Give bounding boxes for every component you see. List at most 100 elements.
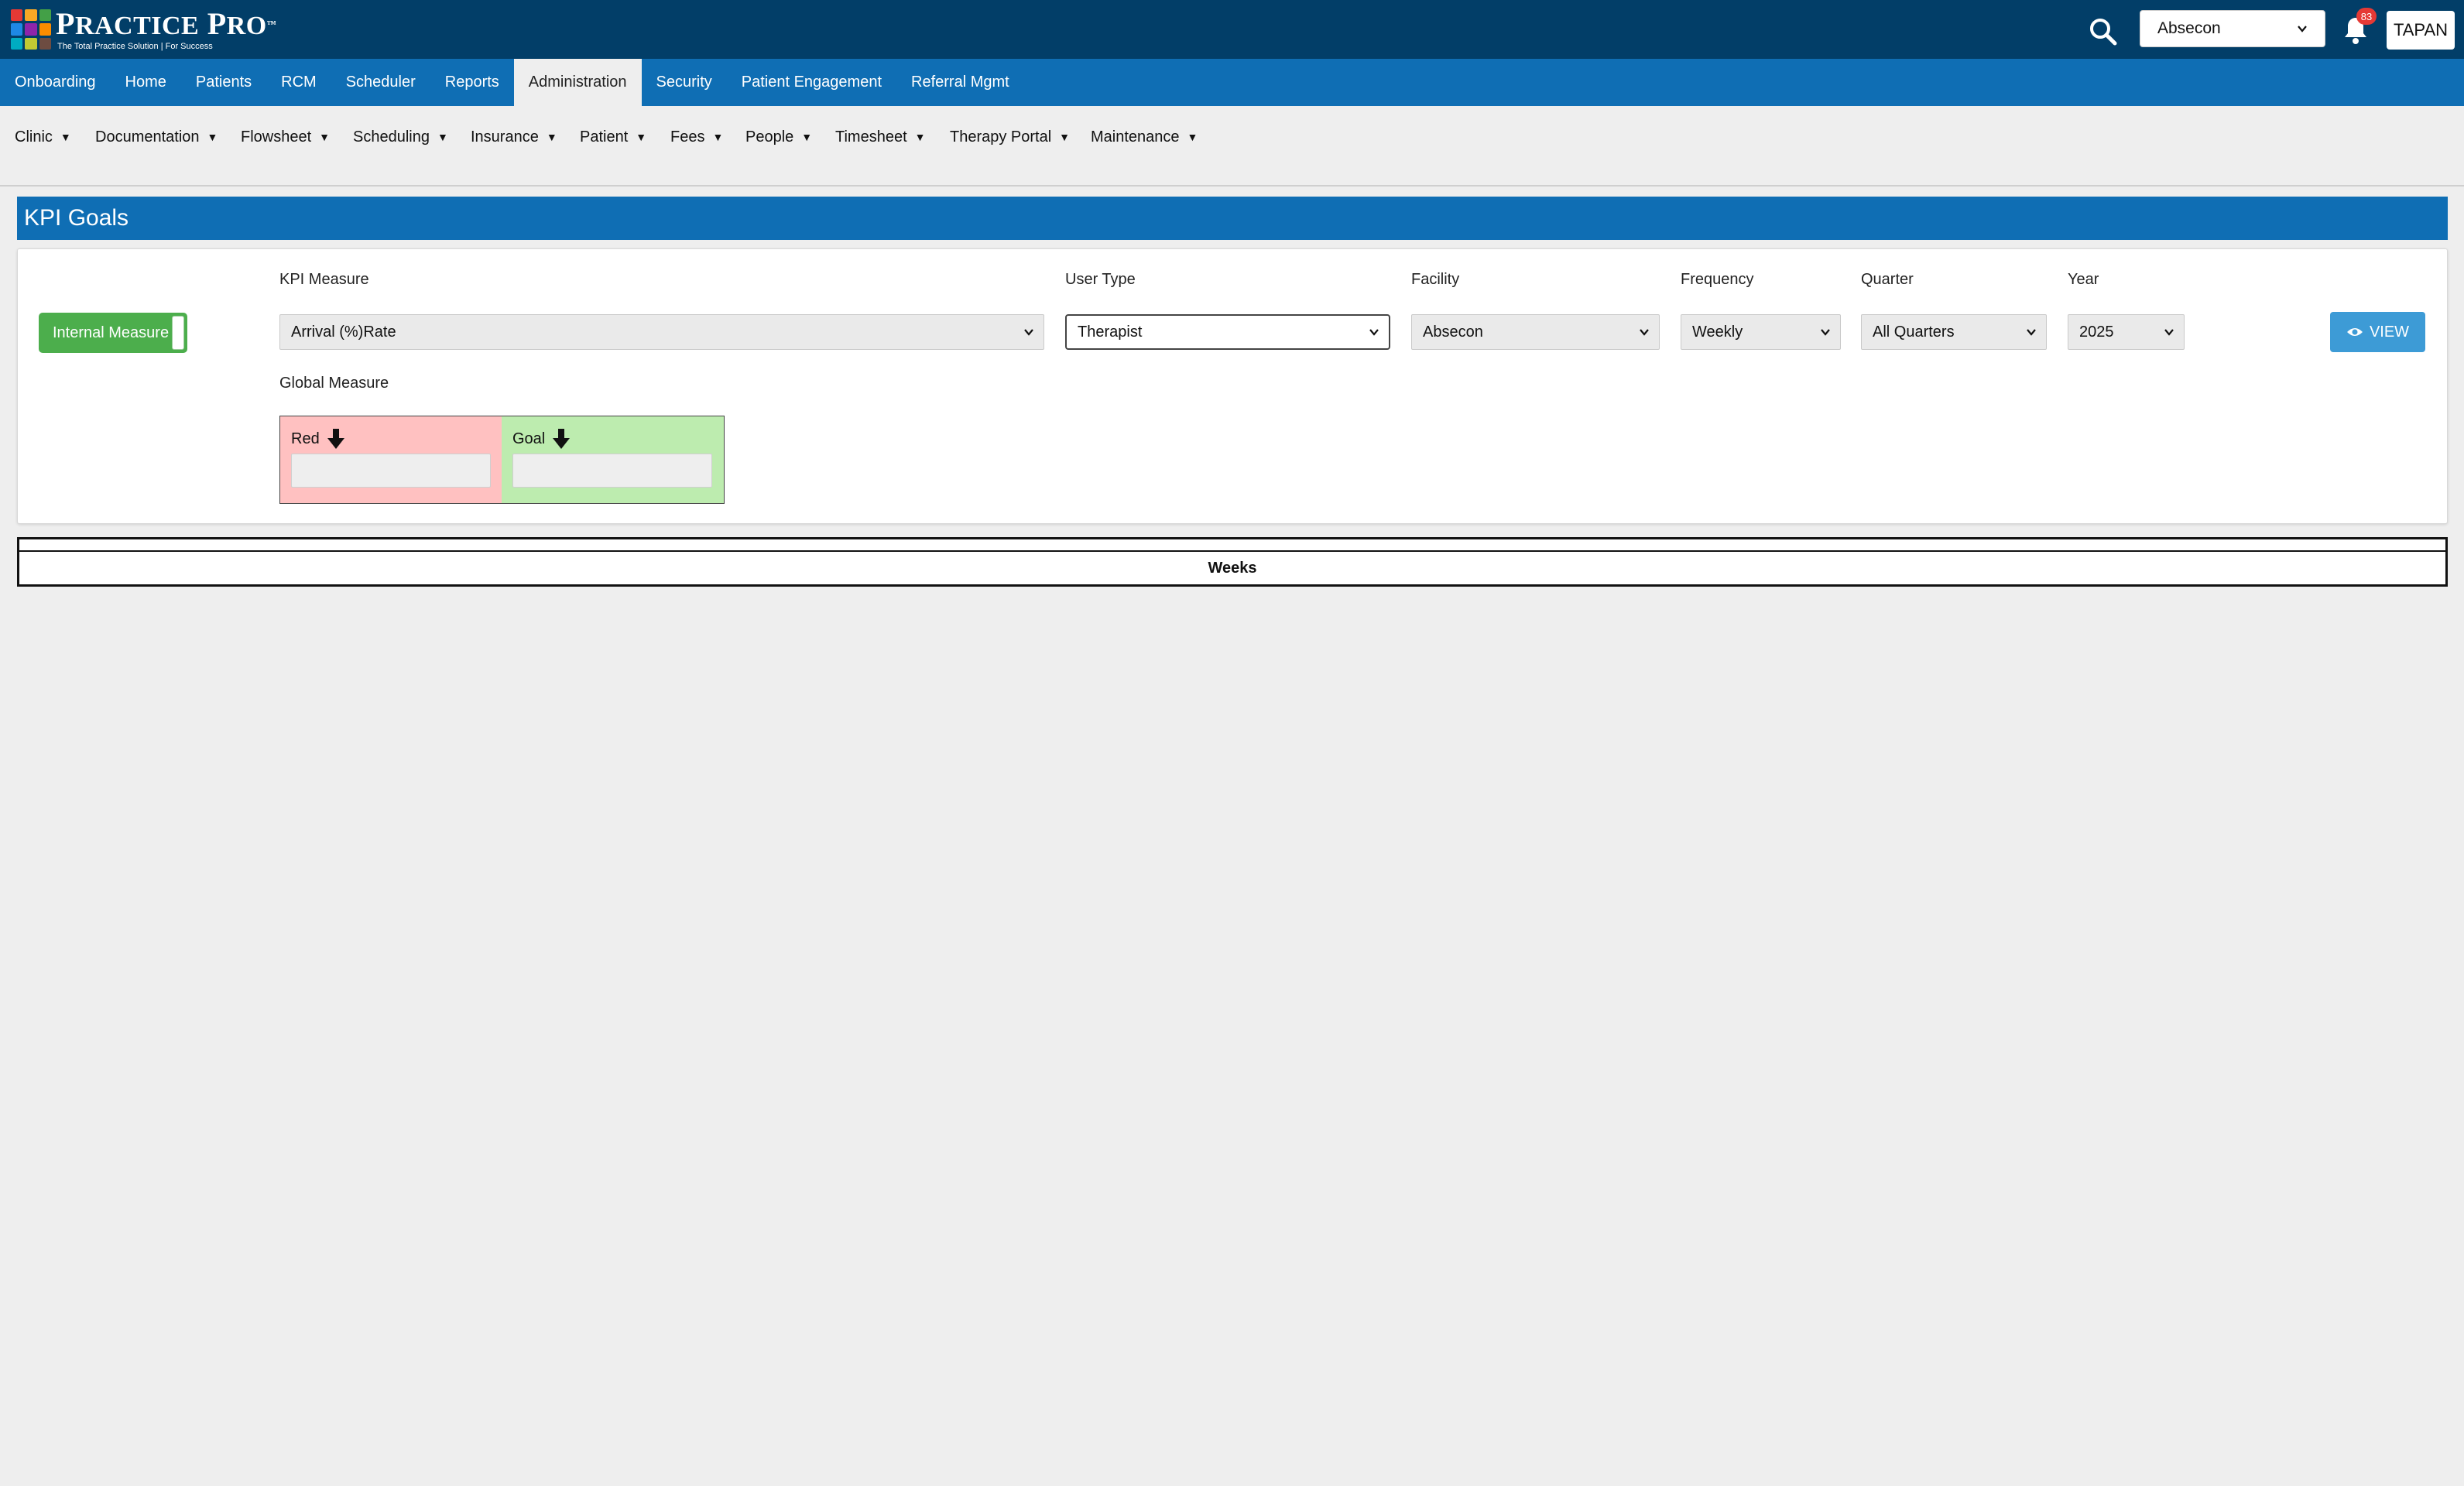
notification-count-badge: 83 — [2356, 8, 2377, 25]
quarter-label: Quarter — [1861, 271, 1914, 288]
dropdown-caret-icon: ▼ — [1059, 131, 1071, 143]
goal-threshold-label: Goal — [512, 427, 571, 450]
subnav-fees[interactable]: Fees ▼ — [670, 122, 723, 152]
kpi-measure-label: KPI Measure — [279, 271, 369, 288]
practice-pro-logo[interactable]: PRACTICE PRO™ The Total Practice Solutio… — [11, 5, 277, 51]
frequency-label: Frequency — [1681, 271, 1754, 288]
subnav-people[interactable]: People ▼ — [745, 122, 812, 152]
global-measure-box: Red Goal — [279, 416, 725, 504]
subnav-patient[interactable]: Patient ▼ — [580, 122, 646, 152]
chevron-down-icon — [2164, 329, 2174, 336]
subnav-label: Therapy Portal — [950, 128, 1052, 146]
subnav-scheduling[interactable]: Scheduling ▼ — [353, 122, 448, 152]
arrow-down-icon — [327, 429, 344, 449]
chevron-down-icon — [1024, 329, 1033, 336]
facility-switcher-select[interactable]: Absecon — [2140, 10, 2325, 47]
logo-square — [39, 9, 51, 22]
facility-value: Absecon — [1423, 323, 1483, 341]
chevron-down-icon — [2298, 26, 2307, 33]
nav-administration[interactable]: Administration — [513, 59, 642, 106]
user-type-select[interactable]: Therapist — [1065, 314, 1390, 350]
logo-square — [25, 37, 37, 50]
main-nav: Onboarding Home Patients RCM Scheduler R… — [0, 59, 2464, 106]
subnav-therapy-portal[interactable]: Therapy Portal ▼ — [950, 122, 1070, 152]
nav-reports[interactable]: Reports — [430, 59, 514, 106]
logo-square — [25, 9, 37, 22]
eye-icon — [2346, 328, 2363, 336]
facility-switcher-value: Absecon — [2157, 19, 2221, 37]
goal-label-text: Goal — [512, 430, 546, 447]
view-button-label: VIEW — [2369, 323, 2410, 341]
logo-square — [25, 23, 37, 36]
year-value: 2025 — [2079, 323, 2114, 341]
kpi-measure-value: Arrival (%)Rate — [291, 323, 396, 341]
subnav-label: Clinic — [15, 128, 53, 146]
dropdown-caret-icon: ▼ — [207, 131, 218, 143]
subnav-insurance[interactable]: Insurance ▼ — [471, 122, 557, 152]
nav-rcm[interactable]: RCM — [266, 59, 331, 106]
weeks-column-header: Weeks — [19, 550, 2445, 584]
chevron-down-icon — [1640, 329, 1649, 336]
arrow-down-icon — [553, 429, 571, 449]
dropdown-caret-icon: ▼ — [546, 131, 557, 143]
kpi-measure-select[interactable]: Arrival (%)Rate — [279, 314, 1044, 350]
subnav-label: Timesheet — [835, 128, 907, 146]
facility-label: Facility — [1411, 271, 1460, 288]
subnav-maintenance[interactable]: Maintenance ▼ — [1091, 122, 1198, 152]
subnav-label: Scheduling — [353, 128, 430, 146]
subnav-label: Insurance — [471, 128, 539, 146]
subnav-documentation[interactable]: Documentation ▼ — [95, 122, 218, 152]
logo-title: PRACTICE PRO™ — [56, 5, 277, 41]
internal-measure-toggle[interactable]: Internal Measure — [39, 313, 187, 353]
nav-security[interactable]: Security — [642, 59, 727, 106]
logo-mark-icon — [11, 9, 51, 50]
logo-square — [11, 23, 23, 36]
nav-onboarding[interactable]: Onboarding — [0, 59, 111, 106]
year-label: Year — [2068, 271, 2099, 288]
facility-select[interactable]: Absecon — [1411, 314, 1660, 350]
dropdown-caret-icon: ▼ — [801, 131, 813, 143]
nav-patients[interactable]: Patients — [181, 59, 266, 106]
search-icon[interactable] — [2087, 15, 2120, 48]
goal-threshold-zone: Goal — [502, 416, 724, 503]
weeks-table: Weeks — [17, 537, 2448, 587]
nav-home[interactable]: Home — [111, 59, 181, 106]
toggle-label: Internal Measure — [53, 324, 170, 341]
logo-square — [11, 37, 23, 50]
page-title: KPI Goals — [17, 197, 2448, 240]
dropdown-caret-icon: ▼ — [1187, 131, 1198, 143]
user-menu-button[interactable]: TAPAN — [2387, 11, 2455, 50]
red-label-text: Red — [291, 430, 320, 447]
red-threshold-input[interactable] — [291, 454, 491, 488]
nav-patient-engagement[interactable]: Patient Engagement — [727, 59, 896, 106]
dropdown-caret-icon: ▼ — [636, 131, 647, 143]
logo-square — [39, 37, 51, 50]
subnav-label: Patient — [580, 128, 629, 146]
subnav-label: Flowsheet — [241, 128, 312, 146]
quarter-select[interactable]: All Quarters — [1861, 314, 2047, 350]
subnav-clinic[interactable]: Clinic ▼ — [15, 122, 71, 152]
user-type-value: Therapist — [1078, 323, 1143, 341]
subnav-label: Documentation — [95, 128, 200, 146]
year-select[interactable]: 2025 — [2068, 314, 2185, 350]
subnav-label: People — [745, 128, 794, 146]
logo-square — [39, 23, 51, 36]
subnav-flowsheet[interactable]: Flowsheet ▼ — [241, 122, 330, 152]
subnav-label: Fees — [670, 128, 705, 146]
sub-nav: Clinic ▼ Documentation ▼ Flowsheet ▼ Schedu… — [0, 106, 2464, 187]
nav-referral-mgmt[interactable]: Referral Mgmt — [896, 59, 1024, 106]
view-button[interactable]: VIEW — [2330, 312, 2425, 352]
top-header: PRACTICE PRO™ The Total Practice Solutio… — [0, 0, 2464, 59]
dropdown-caret-icon: ▼ — [60, 131, 71, 143]
dropdown-caret-icon: ▼ — [437, 131, 448, 143]
goal-threshold-input[interactable] — [512, 454, 712, 488]
logo-square — [11, 9, 23, 22]
quarter-value: All Quarters — [1873, 323, 1955, 341]
nav-scheduler[interactable]: Scheduler — [331, 59, 430, 106]
user-type-label: User Type — [1065, 271, 1136, 288]
red-threshold-zone: Red — [280, 416, 502, 503]
chevron-down-icon — [1821, 329, 1830, 336]
chevron-down-icon — [2027, 329, 2036, 336]
frequency-select[interactable]: Weekly — [1681, 314, 1841, 350]
subnav-timesheet[interactable]: Timesheet ▼ — [835, 122, 926, 152]
